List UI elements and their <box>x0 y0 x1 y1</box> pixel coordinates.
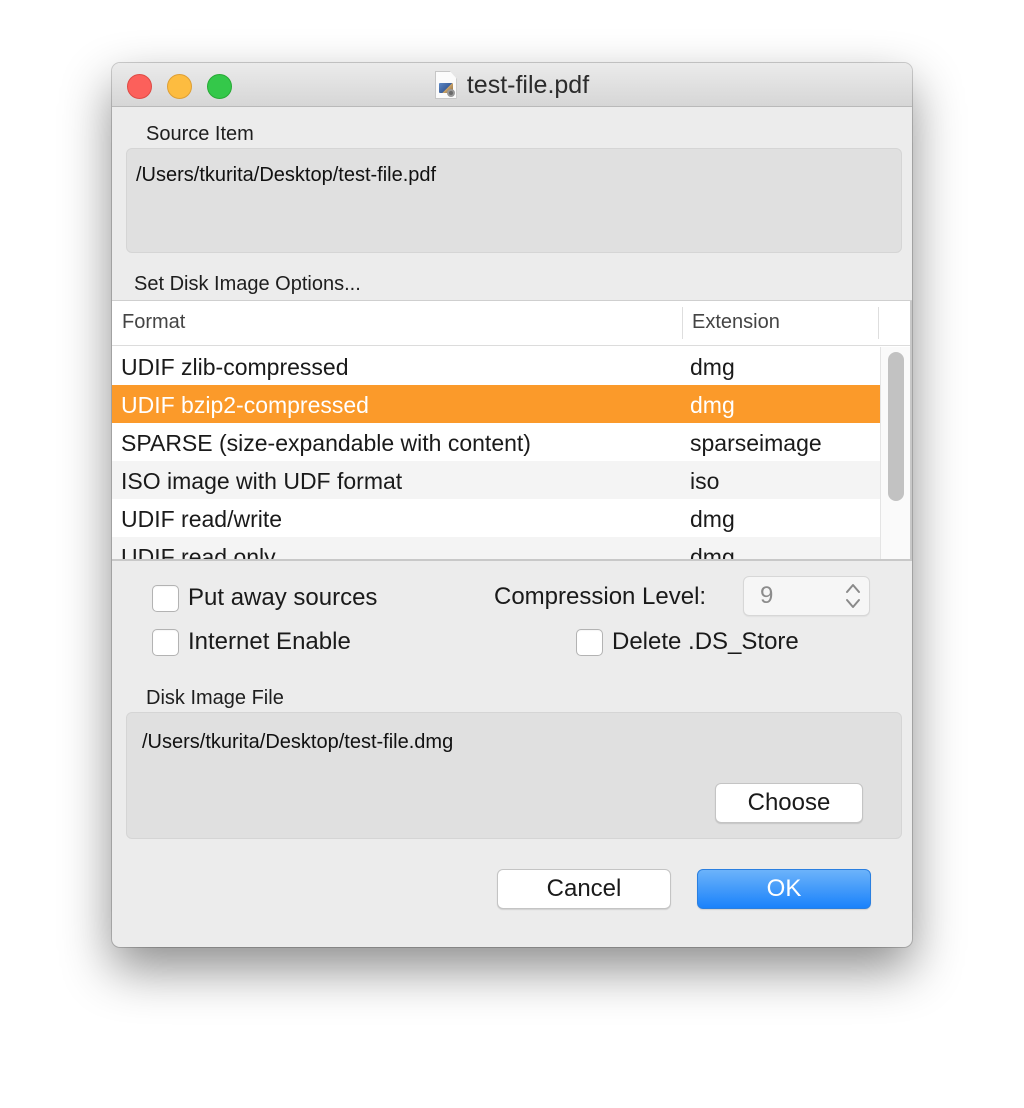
table-row[interactable]: UDIF read/write dmg <box>112 499 880 537</box>
column-header-format[interactable]: Format <box>122 301 185 346</box>
internet-enable-checkbox[interactable] <box>152 628 179 656</box>
ok-button[interactable]: OK <box>697 869 871 909</box>
column-header-extension[interactable]: Extension <box>692 301 780 346</box>
disk-image-file-box: /Users/tkurita/Desktop/test-file.dmg Cho… <box>126 712 902 839</box>
table-row-selected[interactable]: UDIF bzip2-compressed dmg <box>112 385 880 423</box>
column-divider[interactable] <box>682 307 683 339</box>
delete-ds-store-checkbox[interactable] <box>576 628 603 656</box>
format-cell: SPARSE (size-expandable with content) <box>121 430 531 456</box>
put-away-sources-checkbox[interactable] <box>152 584 179 612</box>
format-cell: UDIF read/write <box>121 506 283 532</box>
disk-image-options-window: test-file.pdf Source Item /Users/tkurita… <box>112 63 912 947</box>
table-header: Format Extension <box>112 301 912 346</box>
put-away-sources-option[interactable]: Put away sources <box>152 584 377 612</box>
window-title-group: test-file.pdf <box>112 63 912 107</box>
internet-enable-label[interactable]: Internet Enable <box>188 628 351 656</box>
compression-level-stepper[interactable]: 9 <box>743 576 870 616</box>
table-vertical-scrollbar[interactable] <box>880 347 910 559</box>
extension-cell: dmg <box>690 392 735 418</box>
table-border <box>910 301 912 559</box>
extension-cell: dmg <box>690 544 735 561</box>
delete-ds-store-label[interactable]: Delete .DS_Store <box>612 628 799 656</box>
up-down-arrows-icon[interactable] <box>843 580 863 612</box>
extension-cell: dmg <box>690 354 735 380</box>
extension-cell: dmg <box>690 506 735 532</box>
format-cell: UDIF bzip2-compressed <box>121 392 369 418</box>
source-item-label: Source Item <box>146 123 254 145</box>
format-cell: ISO image with UDF format <box>121 468 403 494</box>
table-row[interactable]: SPARSE (size-expandable with content) sp… <box>112 423 880 461</box>
format-table[interactable]: Format Extension UDIF zlib-compressed dm… <box>112 300 912 561</box>
scrollbar-thumb[interactable] <box>888 352 904 501</box>
put-away-sources-label[interactable]: Put away sources <box>188 584 377 612</box>
source-path: /Users/tkurita/Desktop/test-file.pdf <box>136 164 437 186</box>
destination-path: /Users/tkurita/Desktop/test-file.dmg <box>142 731 454 753</box>
document-gear-glyph <box>446 89 455 97</box>
table-body: UDIF zlib-compressed dmg UDIF bzip2-comp… <box>112 347 880 561</box>
table-row[interactable]: UDIF zlib-compressed dmg <box>112 347 880 385</box>
table-row[interactable]: UDIF read only dmg <box>112 537 880 561</box>
delete-ds-store-option[interactable]: Delete .DS_Store <box>576 628 799 656</box>
choose-button[interactable]: Choose <box>715 783 863 823</box>
column-divider[interactable] <box>878 307 879 339</box>
source-item-box: /Users/tkurita/Desktop/test-file.pdf <box>126 148 902 253</box>
internet-enable-option[interactable]: Internet Enable <box>152 628 351 656</box>
format-cell: UDIF zlib-compressed <box>121 354 349 380</box>
table-row[interactable]: ISO image with UDF format iso <box>112 461 880 499</box>
compression-level-label: Compression Level: <box>494 583 707 610</box>
cancel-button[interactable]: Cancel <box>497 869 671 909</box>
window-title: test-file.pdf <box>466 70 590 99</box>
format-cell: UDIF read only <box>121 544 276 561</box>
chevron-up-down-icon[interactable] <box>843 580 863 612</box>
disk-image-options-label: Set Disk Image Options... <box>134 273 361 295</box>
extension-cell: iso <box>690 468 720 494</box>
title-bar[interactable]: test-file.pdf <box>112 63 912 107</box>
pdf-document-icon <box>434 71 457 99</box>
disk-image-file-label: Disk Image File <box>146 687 284 709</box>
extension-cell: sparseimage <box>690 430 822 456</box>
compression-level-value[interactable]: 9 <box>760 577 773 615</box>
